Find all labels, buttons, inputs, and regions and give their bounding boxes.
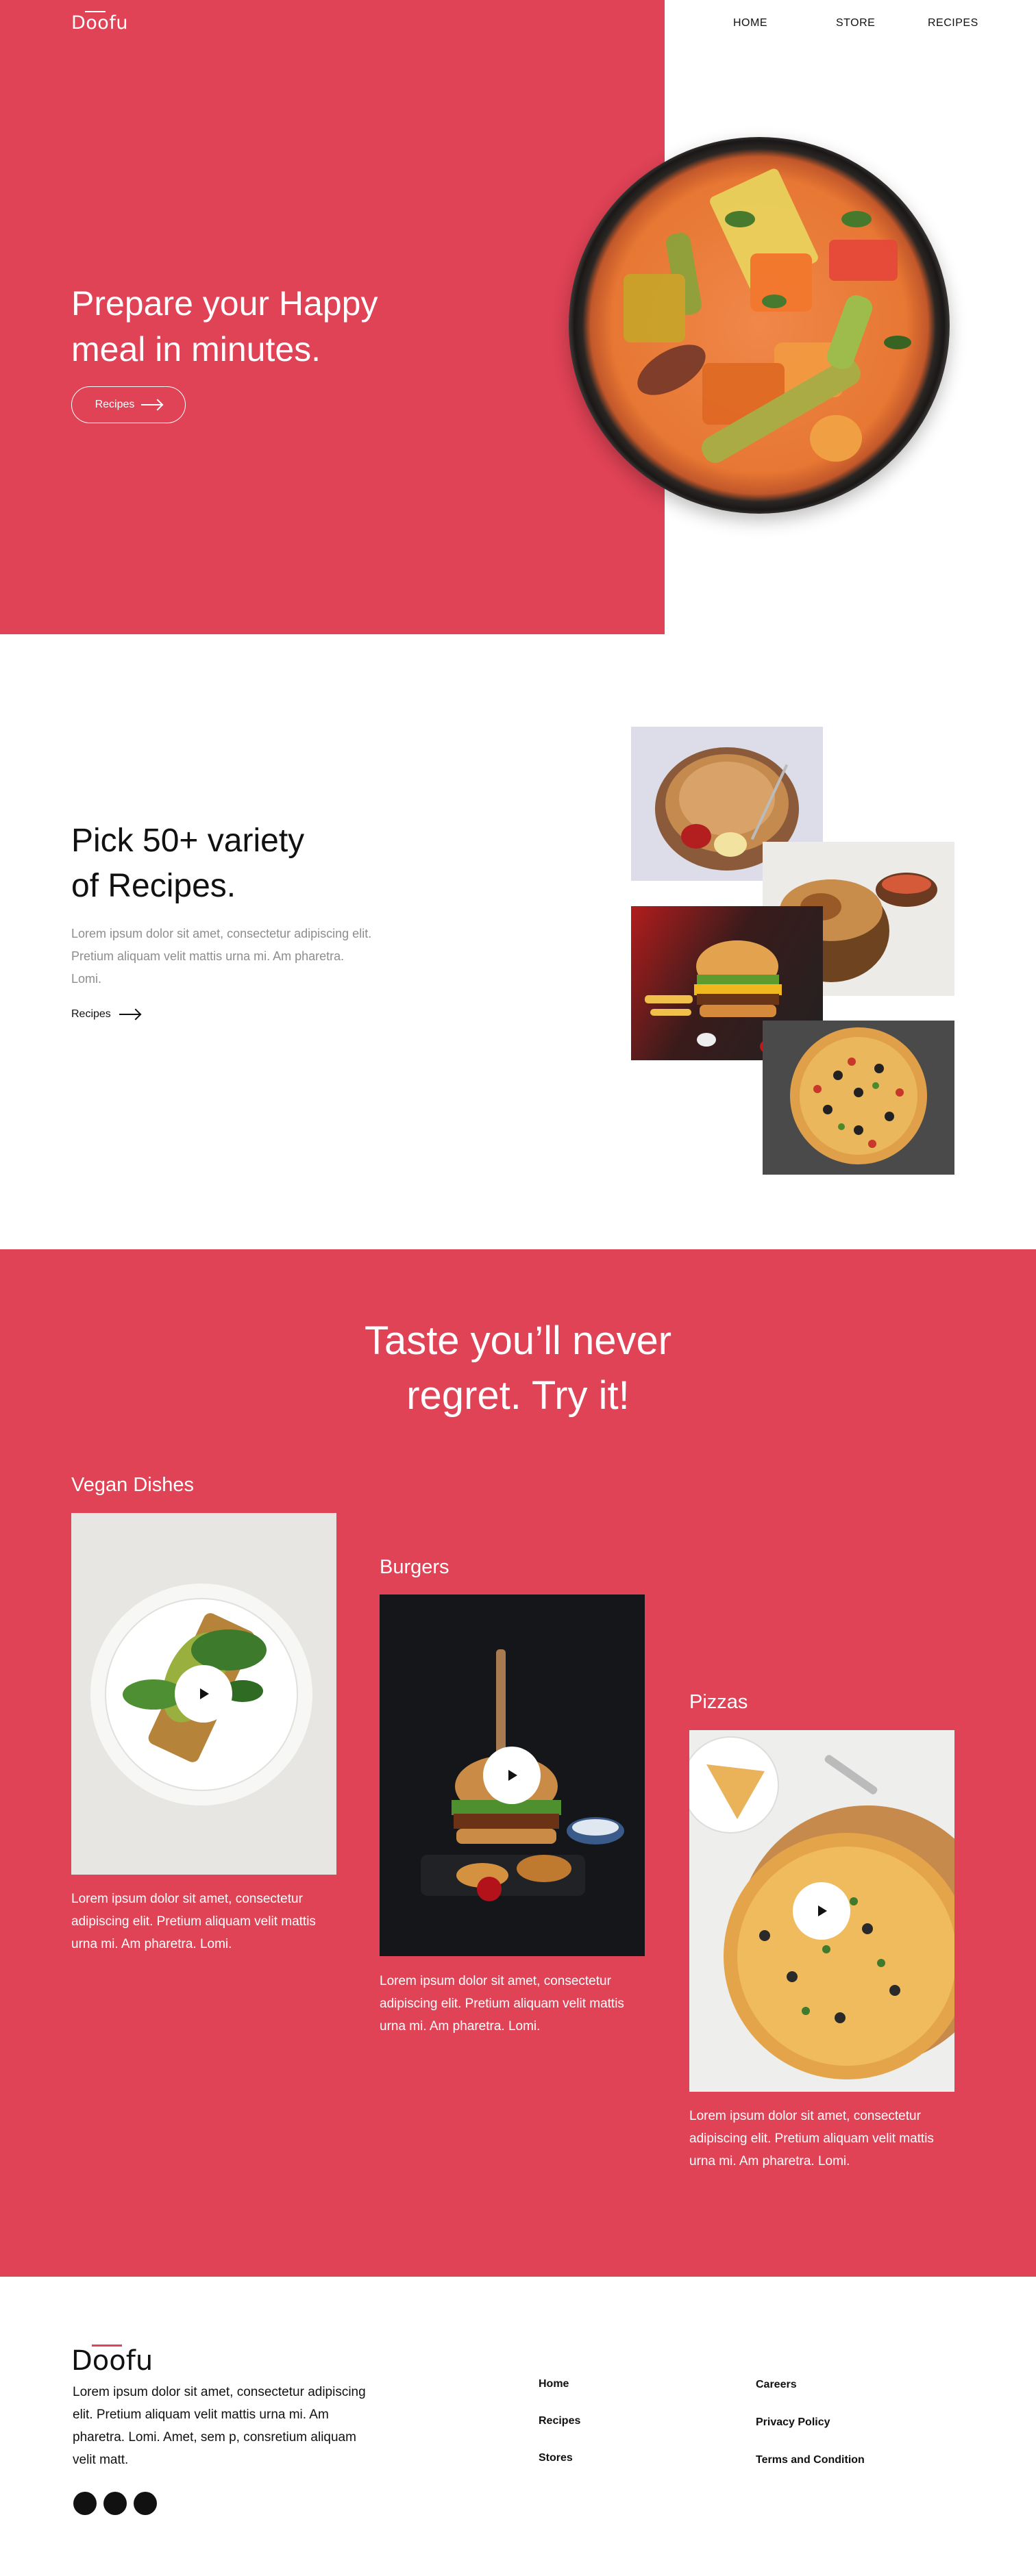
logo-overbar bbox=[85, 11, 106, 12]
curry-bowl-illustration bbox=[624, 168, 911, 463]
variety-title: Pick 50+ variety of Recipes. bbox=[71, 818, 386, 909]
category-title-burgers: Burgers bbox=[380, 1556, 449, 1578]
variety-body: Lorem ipsum dolor sit amet, consectetur … bbox=[71, 927, 372, 986]
footer-link-careers[interactable]: Careers bbox=[756, 2379, 797, 2391]
category-image-vegan[interactable] bbox=[71, 1513, 336, 1875]
top-nav: HOME STORE RECIPES bbox=[665, 0, 1036, 48]
hero-title-line2: meal in minutes. bbox=[71, 330, 321, 368]
variety-recipes-link[interactable]: Recipes bbox=[71, 1008, 140, 1021]
hero-recipes-button[interactable]: Recipes bbox=[71, 386, 186, 423]
arrow-right-icon bbox=[119, 1014, 140, 1015]
footer-body: Lorem ipsum dolor sit amet, consectetur … bbox=[73, 2385, 366, 2467]
pizza-illustration bbox=[790, 1027, 927, 1164]
category-body-vegan: Lorem ipsum dolor sit amet, consectetur … bbox=[71, 1892, 316, 1951]
category-body-burgers: Lorem ipsum dolor sit amet, consectetur … bbox=[380, 1974, 624, 2034]
tile-pizza-image bbox=[763, 1021, 954, 1175]
category-title-vegan: Vegan Dishes bbox=[71, 1474, 194, 1496]
taste-title-line1: Taste you’ll never bbox=[364, 1318, 672, 1363]
footer-link-terms[interactable]: Terms and Condition bbox=[756, 2454, 865, 2466]
play-icon[interactable] bbox=[175, 1665, 232, 1723]
logo[interactable]: Doofu bbox=[71, 11, 128, 34]
variety-title-line2: of Recipes. bbox=[71, 868, 236, 904]
footer-logo[interactable]: Doofu bbox=[71, 2344, 153, 2377]
variety-recipes-link-label: Recipes bbox=[71, 1008, 111, 1020]
taste-title: Taste you’ll never regret. Try it! bbox=[312, 1314, 724, 1423]
social-icon-2[interactable] bbox=[103, 2492, 127, 2515]
nav-recipes[interactable]: RECIPES bbox=[928, 17, 978, 29]
social-icon-1[interactable] bbox=[73, 2492, 97, 2515]
nav-store[interactable]: STORE bbox=[836, 17, 875, 29]
footer-logo-overbar bbox=[92, 2344, 122, 2347]
footer-link-privacy[interactable]: Privacy Policy bbox=[756, 2416, 830, 2429]
logo-text: Doofu bbox=[71, 12, 128, 34]
hero-title: Prepare your Happy meal in minutes. bbox=[71, 281, 414, 373]
category-title-pizzas: Pizzas bbox=[689, 1691, 748, 1713]
category-body-pizzas: Lorem ipsum dolor sit amet, consectetur … bbox=[689, 2109, 934, 2168]
hero-bowl-image bbox=[569, 137, 950, 514]
footer-logo-text: Doofu bbox=[71, 2345, 153, 2377]
hero-recipes-button-label: Recipes bbox=[95, 399, 135, 410]
category-image-pizzas[interactable] bbox=[689, 1730, 954, 2092]
variety-title-line1: Pick 50+ variety bbox=[71, 823, 305, 859]
footer-link-home[interactable]: Home bbox=[539, 2378, 569, 2390]
hero-title-line1: Prepare your Happy bbox=[71, 284, 378, 323]
nav-home[interactable]: HOME bbox=[733, 17, 767, 29]
footer-link-stores[interactable]: Stores bbox=[539, 2452, 573, 2464]
category-image-burgers[interactable] bbox=[380, 1595, 645, 1956]
play-icon[interactable] bbox=[483, 1747, 541, 1804]
footer-link-recipes[interactable]: Recipes bbox=[539, 2415, 580, 2427]
play-icon[interactable] bbox=[793, 1882, 850, 1940]
social-icon-3[interactable] bbox=[134, 2492, 157, 2515]
taste-title-line2: regret. Try it! bbox=[406, 1373, 630, 1418]
arrow-right-icon bbox=[141, 404, 162, 405]
